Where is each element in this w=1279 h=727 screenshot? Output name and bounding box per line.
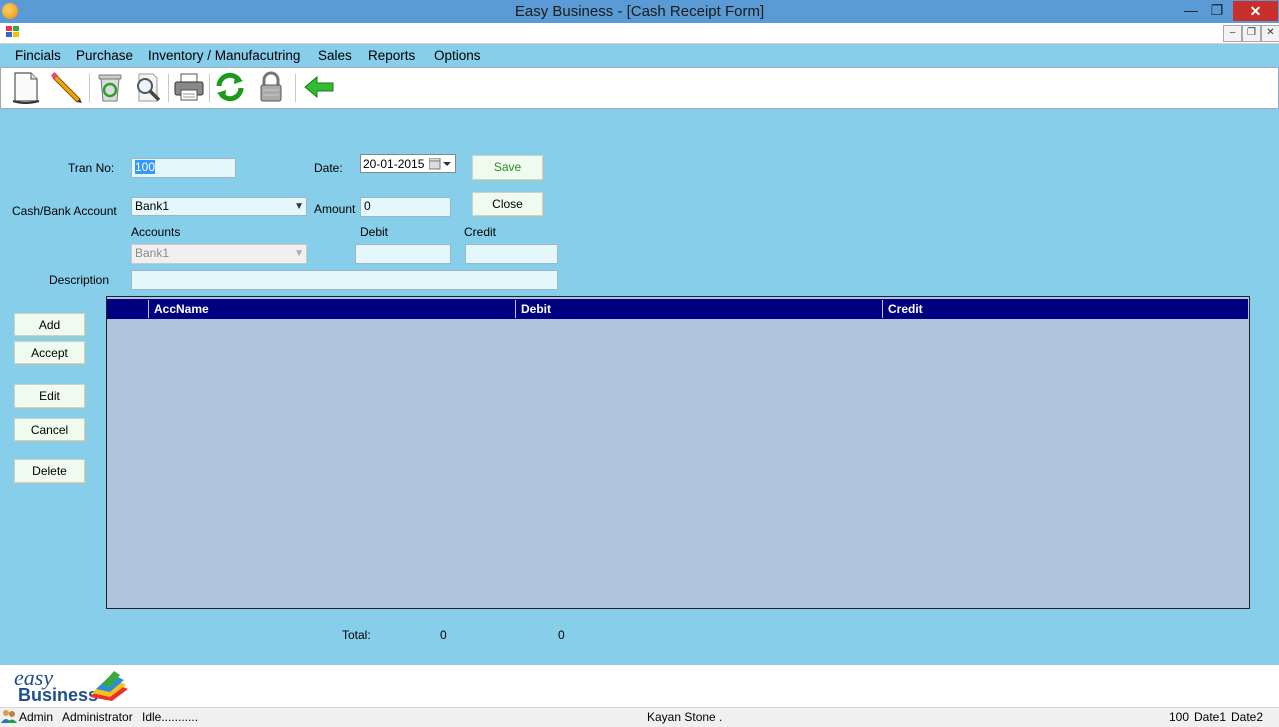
accept-button[interactable]: Accept bbox=[14, 341, 85, 364]
status-date2: Date2 bbox=[1231, 710, 1264, 724]
toolbar-separator bbox=[168, 74, 169, 102]
status-user: Admin bbox=[19, 710, 54, 724]
chevron-down-icon: ▼ bbox=[294, 248, 304, 259]
edit-pencil-icon[interactable] bbox=[50, 70, 84, 104]
status-date1: Date1 bbox=[1194, 710, 1227, 724]
grid-column-accname[interactable]: AccName bbox=[154, 302, 209, 316]
menu-inventory-manufacturing[interactable]: Inventory / Manufacutring bbox=[148, 48, 300, 63]
logo-business-text: Business bbox=[18, 685, 99, 705]
status-company: Kayan Stone . bbox=[647, 710, 723, 724]
calendar-icon[interactable] bbox=[429, 158, 453, 170]
grid-header bbox=[107, 299, 1248, 319]
debit-label: Debit bbox=[360, 225, 389, 239]
accounts-value: Bank1 bbox=[135, 246, 170, 260]
mdi-minimize-button[interactable]: – bbox=[1223, 25, 1242, 42]
status-role: Administrator bbox=[62, 710, 133, 724]
entries-grid[interactable] bbox=[106, 296, 1250, 609]
total-credit: 0 bbox=[558, 628, 565, 642]
cancel-button[interactable]: Cancel bbox=[14, 418, 85, 441]
date-picker[interactable]: 20-01-2015 bbox=[360, 154, 456, 173]
description-label: Description bbox=[49, 273, 110, 287]
accounts-select[interactable]: Bank1 ▼ bbox=[131, 244, 307, 264]
total-debit: 0 bbox=[440, 628, 447, 642]
description-field[interactable] bbox=[131, 270, 558, 290]
delete-button[interactable]: Delete bbox=[14, 459, 85, 483]
toolbar-separator bbox=[89, 74, 90, 102]
menu-options[interactable]: Options bbox=[434, 48, 481, 63]
date-value: 20-01-2015 bbox=[363, 157, 425, 171]
menu-fincials[interactable]: Fincials bbox=[15, 48, 61, 63]
cash-bank-select[interactable]: Bank1 ▼ bbox=[131, 197, 307, 216]
form-icon bbox=[6, 26, 19, 37]
add-button[interactable]: Add bbox=[14, 313, 85, 336]
cash-bank-label: Cash/Bank Account bbox=[12, 204, 117, 218]
window-title: Easy Business - [Cash Receipt Form] bbox=[514, 3, 765, 20]
mdi-child-bar bbox=[0, 23, 1279, 44]
footer-logo-area bbox=[0, 665, 1279, 707]
grid-column-separator bbox=[882, 300, 883, 318]
status-tran-no: 100 bbox=[1169, 710, 1190, 724]
status-state: Idle........... bbox=[142, 710, 199, 724]
credit-field[interactable] bbox=[465, 244, 558, 264]
title-bar: Easy Business - [Cash Receipt Form] bbox=[0, 0, 1279, 23]
accounts-label: Accounts bbox=[131, 225, 181, 239]
menu-purchase[interactable]: Purchase bbox=[76, 48, 133, 63]
credit-label: Credit bbox=[464, 225, 497, 239]
close-window-button[interactable]: ✕ bbox=[1233, 1, 1278, 21]
toolbar-separator bbox=[209, 74, 210, 102]
tran-no-label: Tran No: bbox=[68, 161, 115, 175]
date-label: Date: bbox=[314, 161, 343, 175]
mdi-restore-button[interactable]: ❐ bbox=[1242, 25, 1261, 42]
mdi-close-button[interactable]: ✕ bbox=[1261, 25, 1279, 42]
grid-column-separator bbox=[515, 300, 516, 318]
minimize-button[interactable]: — bbox=[1178, 0, 1204, 20]
printer-icon[interactable] bbox=[172, 70, 206, 104]
tran-no-field[interactable]: 100 bbox=[131, 158, 236, 178]
menu-reports[interactable]: Reports bbox=[368, 48, 415, 63]
close-button[interactable]: Close bbox=[472, 192, 543, 216]
magnifier-search-icon[interactable] bbox=[131, 70, 165, 104]
chevron-down-icon: ▼ bbox=[294, 201, 304, 212]
logo-book-icon bbox=[90, 671, 128, 701]
total-label: Total: bbox=[342, 628, 371, 642]
app-icon bbox=[2, 3, 18, 19]
back-arrow-icon[interactable] bbox=[302, 70, 336, 104]
refresh-icon[interactable] bbox=[213, 70, 247, 104]
cash-bank-value: Bank1 bbox=[135, 199, 170, 213]
restore-button[interactable]: ❐ bbox=[1204, 0, 1230, 20]
debit-field[interactable] bbox=[355, 244, 451, 264]
grid-column-credit[interactable]: Credit bbox=[888, 302, 923, 316]
recycle-bin-icon[interactable] bbox=[93, 70, 127, 104]
padlock-icon[interactable] bbox=[254, 70, 288, 104]
amount-label: Amount bbox=[314, 202, 356, 216]
edit-button[interactable]: Edit bbox=[14, 384, 85, 408]
save-button[interactable]: Save bbox=[472, 155, 543, 180]
toolbar-separator bbox=[295, 74, 296, 102]
users-icon bbox=[1, 710, 17, 723]
tran-no-value: 100 bbox=[135, 160, 156, 174]
amount-field[interactable]: 0 bbox=[360, 197, 451, 217]
new-document-icon[interactable] bbox=[8, 70, 42, 104]
grid-column-separator bbox=[148, 300, 149, 318]
menu-sales[interactable]: Sales bbox=[318, 48, 352, 63]
grid-column-debit[interactable]: Debit bbox=[521, 302, 551, 316]
